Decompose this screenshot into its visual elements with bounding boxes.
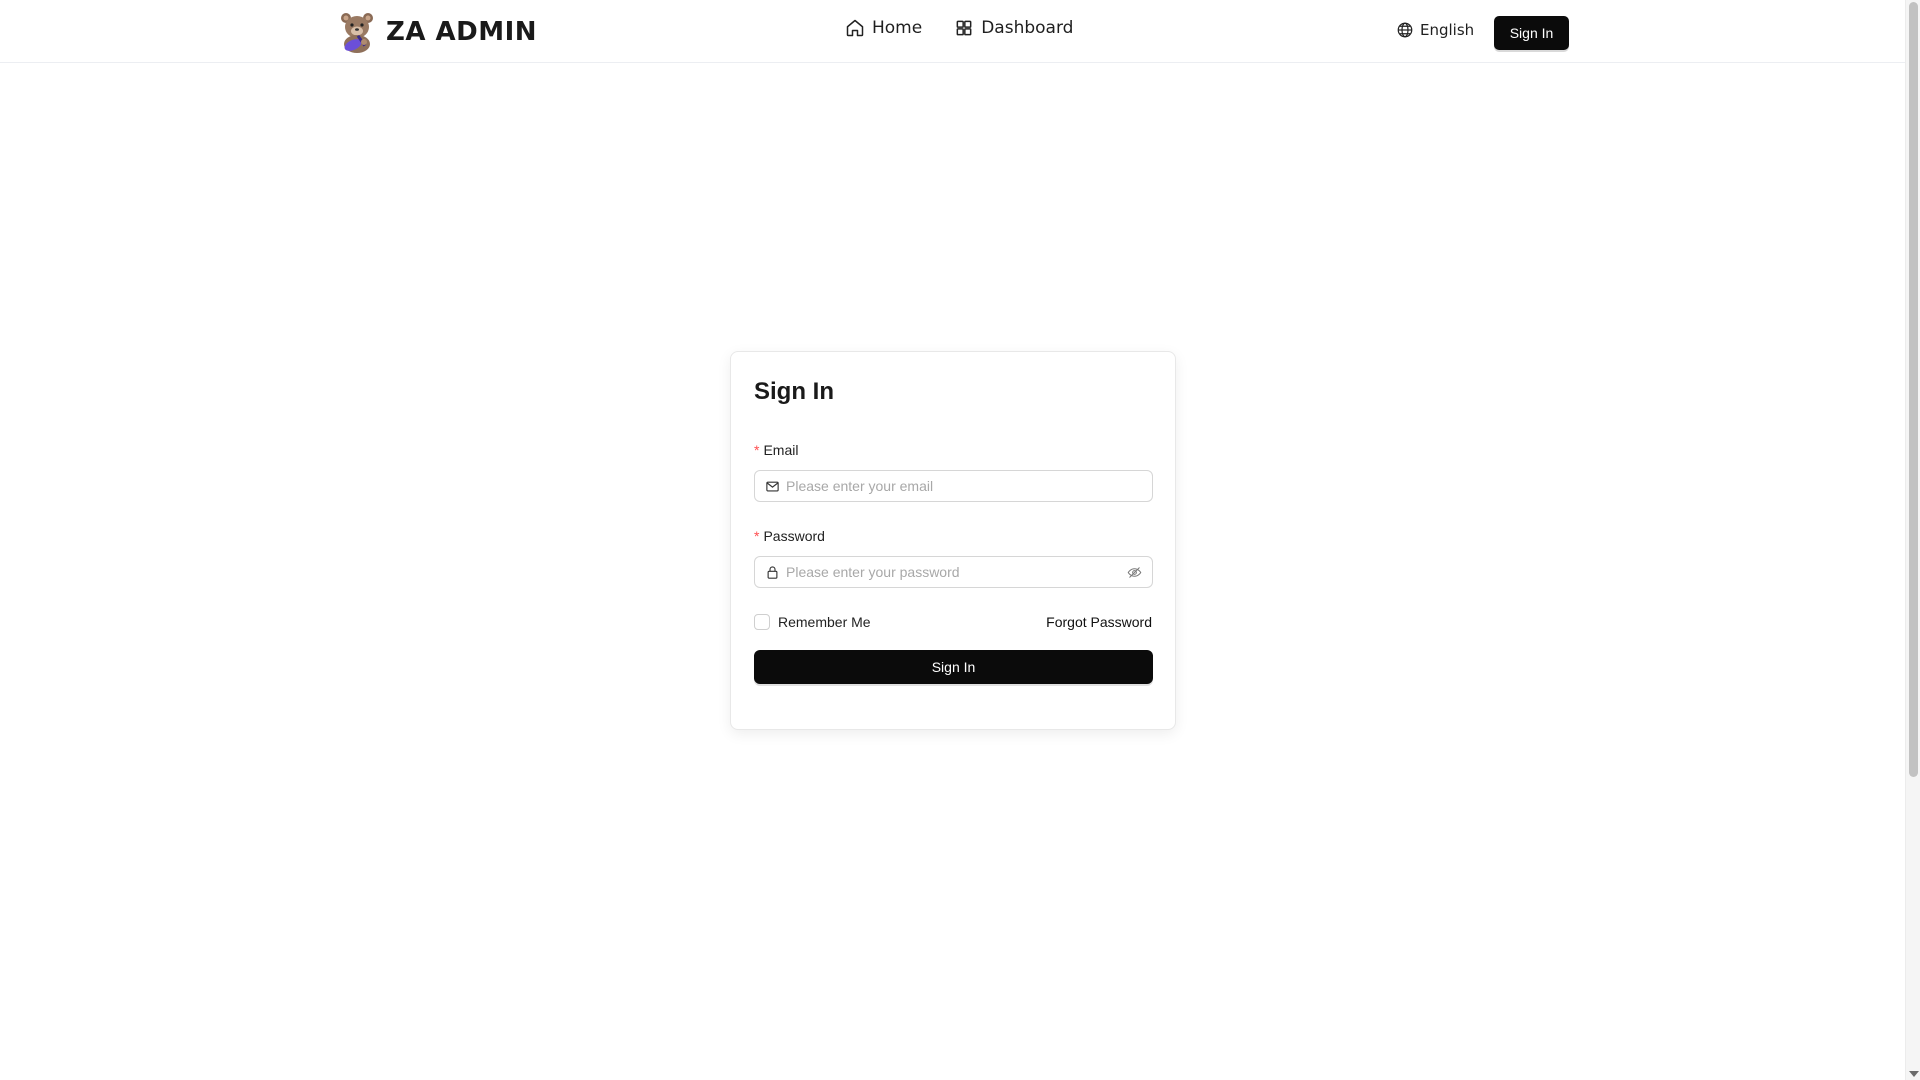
viewport: ZA ADMIN Home Dashboard English Sign In … [0,0,1920,1080]
globe-icon [1397,22,1413,38]
remember-me-label: Remember Me [778,614,871,630]
remember-me-checkbox[interactable] [754,614,770,630]
header-sign-in-button[interactable]: Sign In [1494,16,1569,50]
language-selector[interactable]: English [1396,21,1474,39]
brand[interactable]: ZA ADMIN [336,11,537,53]
sign-in-submit-button[interactable]: Sign In [754,650,1153,684]
home-icon [846,19,864,37]
grid-icon [956,20,972,36]
email-field[interactable] [754,470,1153,502]
mail-icon [766,481,779,491]
password-label: * Password [754,528,825,544]
required-mark: * [754,442,760,458]
top-header: ZA ADMIN Home Dashboard English Sign In [0,0,1905,63]
nav-dashboard[interactable]: Dashboard [954,18,1073,38]
remember-me[interactable]: Remember Me [754,614,871,630]
password-input[interactable] [786,564,1121,580]
nav-home[interactable]: Home [845,18,922,38]
nav-dashboard-label: Dashboard [981,18,1074,38]
nav-home-label: Home [872,18,923,38]
scroll-down-icon[interactable] [1909,1071,1919,1077]
email-input[interactable] [786,478,1142,494]
forgot-password-link[interactable]: Forgot Password [1046,614,1152,630]
password-label-text: Password [763,528,825,544]
email-label: * Email [754,442,798,458]
email-label-text: Email [763,442,799,458]
password-field[interactable] [754,556,1153,588]
required-mark: * [754,528,760,544]
bear-mascot-icon [341,13,373,53]
language-label: English [1420,21,1475,39]
sign-in-title: Sign In [754,378,834,405]
page-scrollbar[interactable] [1905,0,1920,1080]
sign-in-card: Sign In * Email * Password [730,351,1176,730]
brand-name: ZA ADMIN [386,17,538,47]
scrollbar-thumb[interactable] [1909,2,1918,777]
main-nav: Home Dashboard [845,18,1073,38]
lock-icon [767,565,778,579]
eye-off-icon[interactable] [1127,565,1142,580]
